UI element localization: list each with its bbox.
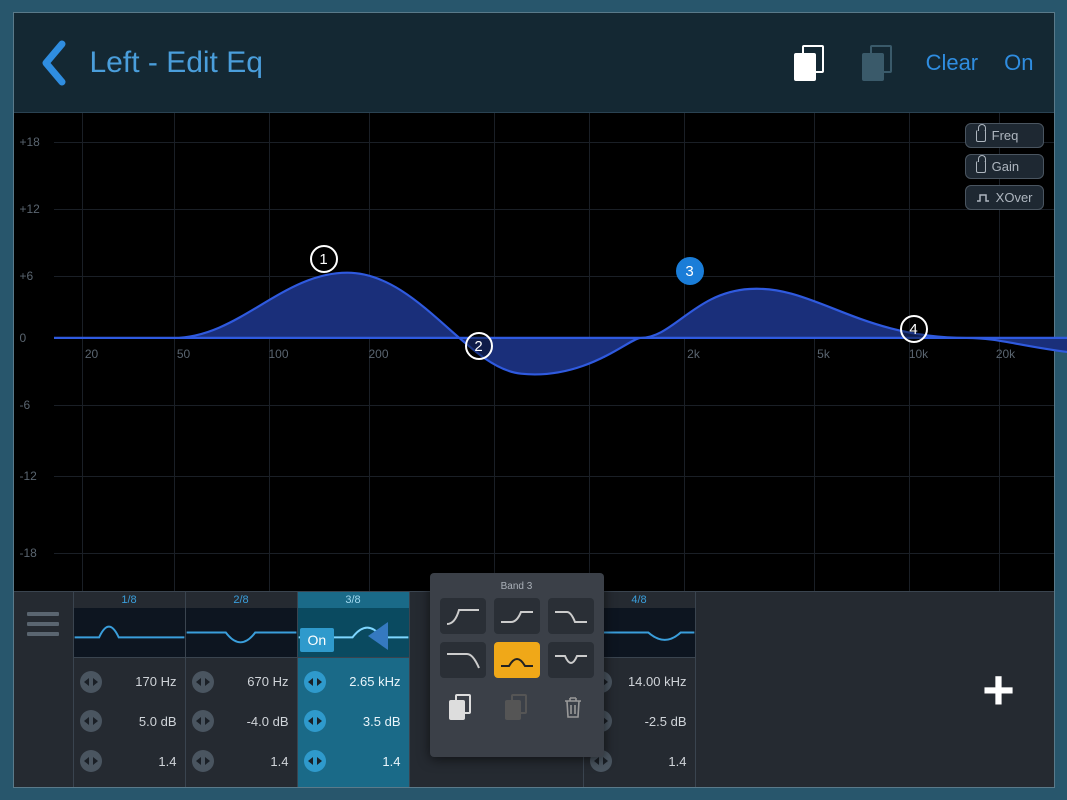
on-toggle[interactable]: On <box>1004 50 1033 76</box>
y-tick: +6 <box>20 269 34 283</box>
paste-icon <box>862 45 896 81</box>
eq-curve <box>54 113 1067 591</box>
filter-highpass[interactable] <box>440 598 486 634</box>
q-value: 1.4 <box>668 754 686 769</box>
add-band-button[interactable]: + <box>944 592 1054 787</box>
y-tick: 0 <box>20 331 27 345</box>
band-wave-preview <box>186 608 297 658</box>
band-index: 1/8 <box>74 592 185 608</box>
band-card-3[interactable]: 3/8 On 2.65 kHz 3.5 dB 1.4 <box>298 592 410 787</box>
filter-notch[interactable] <box>548 642 594 678</box>
lock-panel: Freq Gain XOver <box>965 123 1044 210</box>
q-adjust[interactable] <box>304 750 326 772</box>
freq-value: 2.65 kHz <box>349 674 400 689</box>
band-card-1[interactable]: 1/8 170 Hz 5.0 dB 1.4 <box>74 592 186 787</box>
chevron-left-icon <box>40 40 66 86</box>
header-bar: Left - Edit Eq Clear On <box>14 13 1054 113</box>
gain-adjust[interactable] <box>192 710 214 732</box>
lock-icon <box>976 161 986 173</box>
band-on-badge[interactable]: On <box>300 628 335 652</box>
freq-adjust[interactable] <box>304 671 326 693</box>
filter-bell[interactable] <box>494 642 540 678</box>
trash-icon <box>562 695 584 719</box>
y-tick: -12 <box>20 469 37 483</box>
clear-button[interactable]: Clear <box>926 50 979 76</box>
y-tick: +12 <box>20 202 40 216</box>
gain-value: -4.0 dB <box>247 714 289 729</box>
filter-lowpass[interactable] <box>440 642 486 678</box>
band-marker-4[interactable]: 4 <box>900 315 928 343</box>
popover-title: Band 3 <box>440 581 594 592</box>
lock-freq-button[interactable]: Freq <box>965 123 1044 148</box>
band-index: 2/8 <box>186 592 297 608</box>
y-tick: -18 <box>20 546 37 560</box>
band-marker-3[interactable]: 3 <box>676 257 704 285</box>
band-marker-1[interactable]: 1 <box>310 245 338 273</box>
lock-gain-button[interactable]: Gain <box>965 154 1044 179</box>
xover-icon <box>976 193 990 203</box>
freq-value: 14.00 kHz <box>628 674 687 689</box>
freq-value: 170 Hz <box>135 674 176 689</box>
band-wave-preview <box>74 608 185 658</box>
filter-highshelf[interactable] <box>548 598 594 634</box>
q-adjust[interactable] <box>80 750 102 772</box>
y-axis-labels: +18 +12 +6 0 -6 -12 -18 <box>14 113 54 591</box>
band-marker-2[interactable]: 2 <box>465 332 493 360</box>
menu-button[interactable] <box>14 592 74 787</box>
freq-value: 670 Hz <box>247 674 288 689</box>
y-tick: -6 <box>20 398 31 412</box>
header-actions: Clear On <box>790 42 1034 84</box>
selection-arrow-icon <box>368 622 388 650</box>
menu-icon <box>27 612 59 636</box>
band-type-popover: Band 3 <box>430 573 604 757</box>
q-value: 1.4 <box>382 754 400 769</box>
lock-icon <box>976 130 986 142</box>
paste-button[interactable] <box>858 42 900 84</box>
freq-adjust[interactable] <box>192 671 214 693</box>
gain-value: -2.5 dB <box>645 714 687 729</box>
popover-copy-button[interactable] <box>446 692 476 722</box>
q-value: 1.4 <box>270 754 288 769</box>
filter-type-grid <box>440 598 594 678</box>
band-card-2[interactable]: 2/8 670 Hz -4.0 dB 1.4 <box>186 592 298 787</box>
back-button[interactable] <box>34 35 72 91</box>
xover-button[interactable]: XOver <box>965 185 1044 210</box>
paste-icon <box>505 694 529 720</box>
copy-icon <box>794 45 828 81</box>
gain-value: 3.5 dB <box>363 714 401 729</box>
copy-icon <box>449 694 473 720</box>
q-adjust[interactable] <box>192 750 214 772</box>
gain-adjust[interactable] <box>80 710 102 732</box>
band-index: 3/8 <box>298 592 409 608</box>
freq-adjust[interactable] <box>80 671 102 693</box>
popover-delete-button[interactable] <box>558 692 588 722</box>
eq-graph[interactable]: +18 +12 +6 0 -6 -12 -18 20 50 100 200 <box>14 113 1054 591</box>
copy-button[interactable] <box>790 42 832 84</box>
popover-paste-button[interactable] <box>502 692 532 722</box>
q-value: 1.4 <box>158 754 176 769</box>
filter-lowshelf[interactable] <box>494 598 540 634</box>
page-title: Left - Edit Eq <box>90 46 790 80</box>
plus-icon: + <box>982 662 1015 718</box>
app-window: Left - Edit Eq Clear On +18 +12 +6 0 -6 … <box>13 12 1055 788</box>
gain-value: 5.0 dB <box>139 714 177 729</box>
popover-actions <box>440 692 594 722</box>
y-tick: +18 <box>20 135 40 149</box>
gain-adjust[interactable] <box>304 710 326 732</box>
